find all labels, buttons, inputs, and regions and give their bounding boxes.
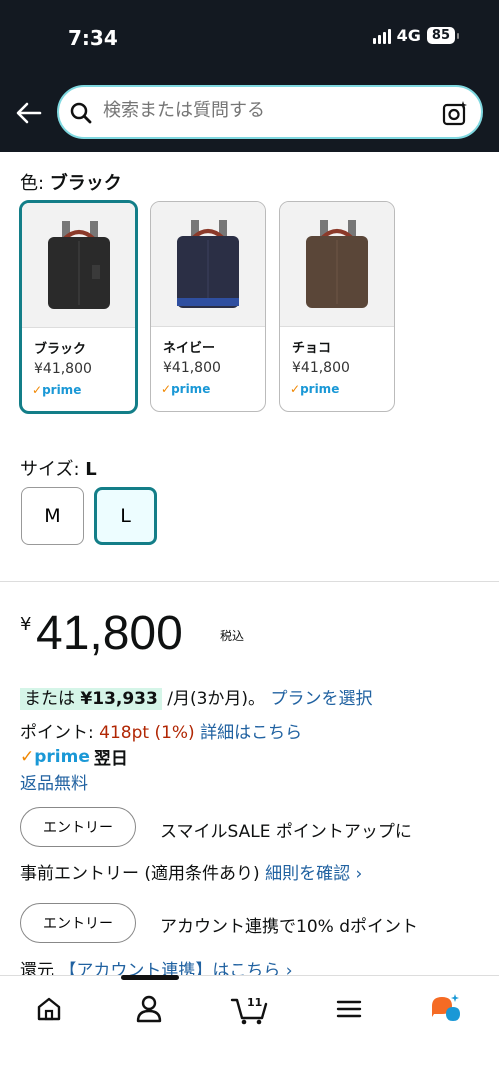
header: 7:34 4G 85: [0, 0, 499, 152]
promo-text: アカウント連携で10% dポイント: [160, 917, 418, 937]
camera-search-icon[interactable]: [441, 99, 469, 127]
color-price: ¥41,800: [292, 360, 350, 376]
product-image: [22, 203, 135, 328]
search-input[interactable]: [103, 100, 423, 121]
color-price: ¥41,800: [163, 360, 221, 376]
selected-color: ブラック: [49, 173, 122, 194]
points-details-link[interactable]: 詳細はこちら: [200, 723, 302, 743]
color-name: チョコ: [292, 341, 332, 356]
status-indicators: 4G 85: [372, 26, 460, 45]
size-label: サイズ: L: [20, 459, 97, 480]
color-option-choco[interactable]: チョコ ¥41,800 ✓prime: [279, 201, 395, 412]
free-return-link[interactable]: 返品無料: [20, 769, 88, 794]
color-name: ブラック: [34, 342, 87, 357]
menu-icon[interactable]: [332, 992, 366, 1026]
battery-icon: 85: [426, 27, 460, 44]
installment-line: または ¥13,933 /月(3か月)。 プランを選択: [20, 684, 372, 710]
rufus-assistant-icon[interactable]: [428, 992, 462, 1026]
entry-button[interactable]: エントリー: [20, 903, 136, 943]
signal-icon: [372, 28, 391, 44]
color-price: ¥41,800: [34, 361, 92, 377]
size-option-m[interactable]: M: [21, 487, 84, 545]
search-icon: [70, 102, 92, 124]
bottom-nav: 11: [0, 975, 499, 1080]
product-image: [280, 202, 394, 327]
color-option-black[interactable]: ブラック ¥41,800 ✓prime: [19, 200, 138, 414]
points-value: 418pt: [99, 723, 150, 743]
cart-icon[interactable]: 11: [230, 992, 270, 1026]
back-arrow-icon[interactable]: [14, 98, 44, 128]
tax-label: 税込: [220, 629, 245, 643]
points-line: ポイント: 418pt (1%) 詳細はこちら: [20, 723, 303, 743]
cart-count: 11: [247, 996, 262, 1009]
promo-text-cont: 事前エントリー (適用条件あり) 細則を確認 ›: [20, 864, 363, 884]
prime-logo: ✓prime: [20, 746, 90, 767]
product-image: [151, 202, 265, 327]
home-icon[interactable]: [32, 992, 66, 1026]
promo-terms-link[interactable]: 細則を確認 ›: [265, 864, 362, 884]
points-percent: (1%): [154, 723, 195, 743]
entry-button[interactable]: エントリー: [20, 807, 136, 847]
prime-badge: ✓prime: [161, 382, 211, 396]
delivery-text: 翌日: [93, 749, 128, 769]
installment-badge: または ¥13,933: [20, 688, 162, 710]
promo-text: スマイルSALE ポイントアップに: [160, 822, 412, 842]
size-option-l[interactable]: L: [94, 487, 157, 545]
color-option-navy[interactable]: ネイビー ¥41,800 ✓prime: [150, 201, 266, 412]
search-bar[interactable]: [57, 85, 483, 139]
color-label: 色: ブラック: [20, 173, 122, 194]
prime-delivery: ✓prime 翌日: [20, 744, 128, 770]
select-plan-link[interactable]: プランを選択: [270, 689, 372, 709]
account-icon[interactable]: [132, 992, 166, 1026]
prime-badge: ✓prime: [290, 382, 340, 396]
price-currency: ¥: [20, 614, 32, 635]
color-name: ネイビー: [163, 341, 216, 356]
divider: [0, 581, 499, 582]
prime-badge: ✓prime: [32, 383, 82, 397]
home-indicator: [121, 975, 179, 980]
selected-size: L: [85, 459, 97, 480]
network-type: 4G: [396, 26, 421, 45]
price-amount: 41,800: [36, 607, 183, 660]
status-time: 7:34: [68, 26, 118, 50]
